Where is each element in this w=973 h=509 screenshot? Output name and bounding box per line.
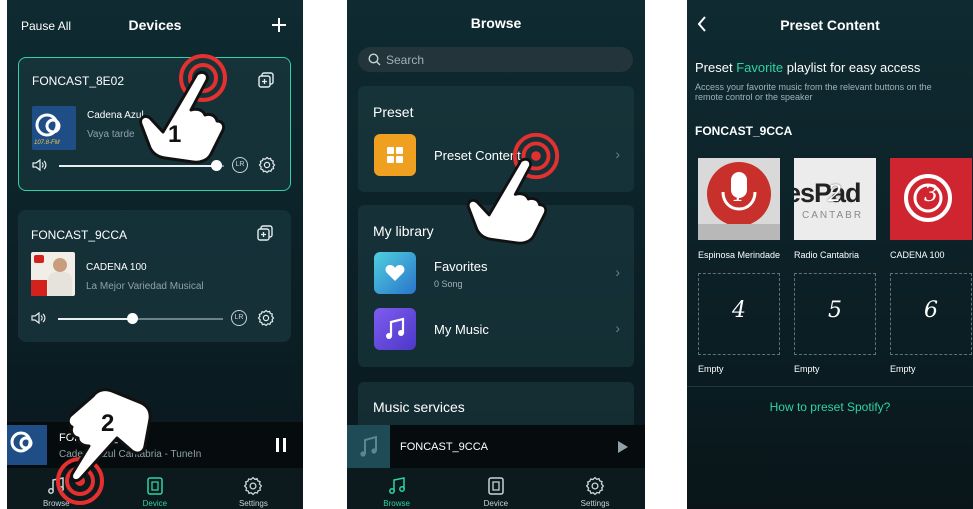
preset-tile-empty[interactable]: 6 — [890, 273, 972, 355]
mini-player-device: FONCAST_9CCA — [400, 441, 489, 453]
station-logo — [7, 425, 47, 465]
preset-label: CADENA 100 — [890, 250, 945, 260]
preset-number: 4 — [732, 298, 746, 323]
speaker-icon — [488, 477, 504, 495]
tab-device[interactable]: Device — [446, 468, 545, 509]
preset-number: 3 — [924, 182, 938, 207]
gear-icon — [585, 476, 605, 496]
volume-icon[interactable] — [31, 311, 47, 325]
preset-grid-icon — [374, 134, 416, 176]
tab-label: Settings — [580, 499, 610, 508]
preset-tile[interactable]: esPad CANTABR 2 — [794, 158, 876, 240]
preset-label: Radio Cantabria — [794, 250, 860, 260]
gear-icon[interactable] — [257, 309, 275, 327]
play-icon[interactable] — [617, 440, 629, 454]
preset-number: 6 — [924, 298, 938, 323]
search-icon — [368, 53, 381, 66]
preset-label: Empty — [890, 364, 916, 374]
volume-icon[interactable] — [32, 158, 48, 172]
preset-tile-empty[interactable]: 5 — [794, 273, 876, 355]
row-sublabel: 0 Song — [434, 279, 463, 289]
step-number: 2 — [101, 410, 115, 437]
row-label: My Music — [434, 322, 489, 337]
device-name: FONCAST_9CCA — [31, 228, 128, 242]
page-title: Preset Content — [780, 17, 880, 33]
preset-content-screen: Preset Content Preset Favorite playlist … — [687, 0, 973, 509]
volume-knob[interactable] — [127, 313, 139, 324]
album-art — [31, 252, 75, 296]
search-input[interactable]: Search — [358, 47, 633, 72]
song-title: CADENA 100 — [86, 262, 147, 273]
music-note-icon — [388, 477, 405, 494]
song-subtitle: La Mejor Variedad Musical — [86, 281, 204, 292]
preset-tile-empty[interactable]: 4 — [698, 273, 780, 355]
chevron-right-icon: › — [615, 264, 620, 280]
section-heading: Preset — [373, 104, 414, 120]
tab-label: Browse — [383, 499, 410, 508]
row-label: Favorites — [434, 259, 488, 274]
pause-icon[interactable] — [275, 437, 287, 453]
section-heading: Music services — [373, 399, 465, 415]
pointing-hand-icon — [69, 388, 152, 483]
lr-button[interactable]: LR — [232, 157, 248, 173]
tab-settings[interactable]: Settings — [204, 468, 303, 509]
tab-bar: Browse Device Settings — [347, 468, 645, 509]
music-note-icon — [374, 308, 416, 350]
heart-icon — [374, 252, 416, 294]
pointing-hand-icon — [466, 157, 547, 245]
gear-icon — [244, 476, 263, 496]
device-card[interactable]: FONCAST_9CCA CADENA 100 La Mejor Varieda… — [18, 210, 291, 342]
tab-label: Settings — [238, 499, 268, 508]
tab-settings[interactable]: Settings — [545, 468, 644, 509]
preset-tile[interactable]: 3 — [890, 158, 972, 240]
search-placeholder: Search — [386, 53, 425, 67]
plus-icon[interactable] — [271, 17, 287, 33]
step-number: 1 — [168, 121, 182, 148]
preset-number: 5 — [828, 298, 842, 323]
tab-label: Device — [483, 499, 509, 508]
chevron-right-icon: › — [615, 146, 620, 162]
group-icon[interactable] — [256, 224, 274, 242]
tab-browse[interactable]: Browse — [347, 468, 446, 509]
page-title: Browse — [470, 15, 522, 31]
favorites-row[interactable]: Favorites 0 Song › — [358, 252, 634, 296]
preset-number: 2 — [828, 182, 842, 207]
section-heading: My library — [373, 223, 434, 239]
lr-button[interactable]: LR — [231, 310, 247, 326]
station-logo: 107.8-FM — [32, 106, 76, 150]
browse-screen: Browse Search Preset Preset Content › My… — [347, 0, 645, 509]
device-name: FONCAST_9CCA — [695, 124, 793, 138]
preset-label: Espinosa Merindades — [698, 250, 780, 260]
device-name: FONCAST_8E02 — [32, 74, 125, 88]
my-music-row[interactable]: My Music › — [358, 308, 634, 352]
group-icon[interactable] — [257, 71, 275, 89]
mini-player[interactable]: FONCAST_9CCA — [347, 425, 645, 468]
headline: Preset Favorite playlist for easy access — [695, 60, 921, 75]
devices-screen: Pause All Devices FONCAST_8E02 107.8-FM … — [7, 0, 303, 509]
chevron-right-icon: › — [615, 320, 620, 336]
preset-label: Empty — [794, 364, 820, 374]
volume-fill — [58, 318, 133, 320]
preset-number: 1 — [732, 182, 746, 207]
preset-tile[interactable]: 1 — [698, 158, 780, 240]
divider — [687, 386, 973, 387]
gear-icon[interactable] — [258, 156, 276, 174]
song-subtitle: Vaya tarde — [87, 129, 135, 140]
spotify-help-link[interactable]: How to preset Spotify? — [687, 400, 973, 414]
page-title: Devices — [128, 17, 182, 33]
description: Access your favorite music from the rele… — [695, 82, 932, 102]
pointing-hand-icon — [139, 70, 225, 164]
music-note-icon — [347, 425, 390, 468]
tab-label: Device — [142, 499, 168, 508]
preset-label: Empty — [698, 364, 724, 374]
